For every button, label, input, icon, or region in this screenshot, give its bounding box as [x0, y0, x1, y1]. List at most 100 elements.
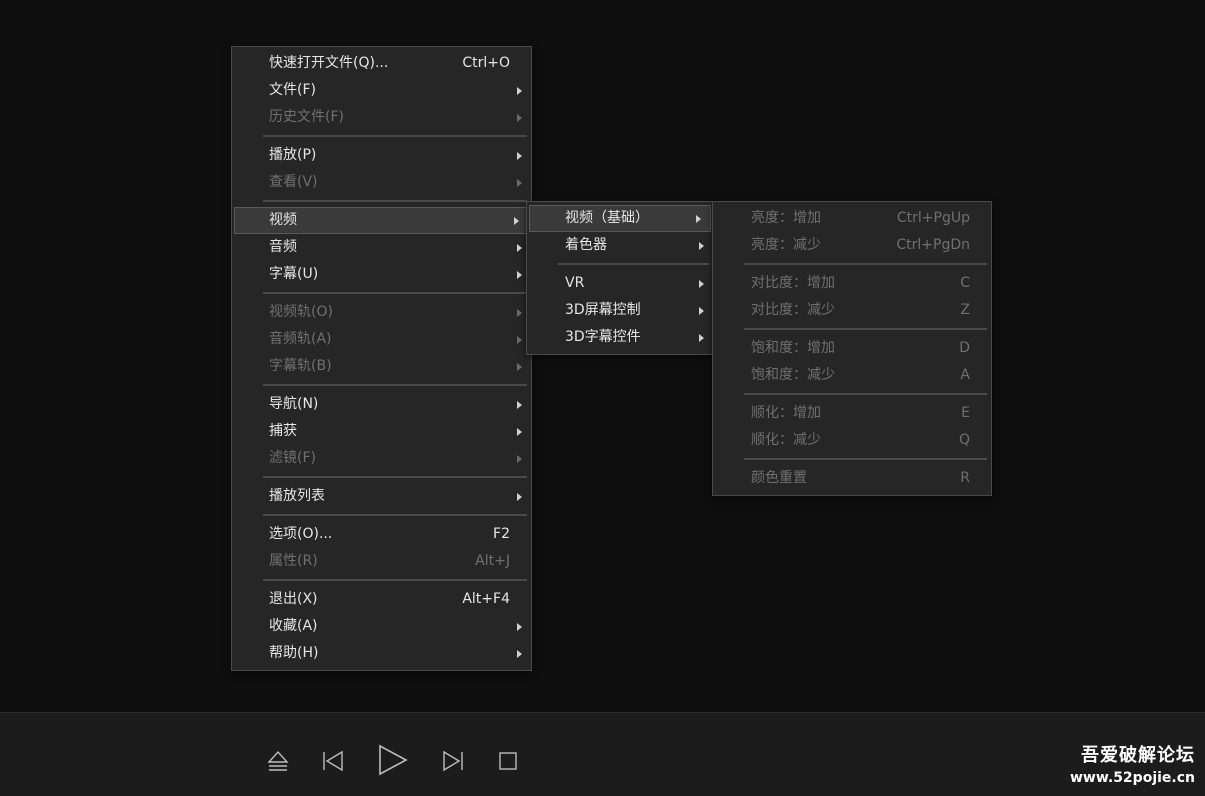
control-bar [0, 712, 1205, 796]
submenu-arrow-icon [517, 308, 522, 317]
menu-item-label: 饱和度：增加 [751, 340, 835, 356]
menu-item-subtitle-track: 字幕轨(B) [232, 353, 531, 380]
watermark: 吾爱破解论坛 www.52pojie.cn [1070, 744, 1195, 788]
menu-item-label: 导航(N) [269, 396, 319, 412]
menu-item-audio[interactable]: 音频 [232, 234, 531, 261]
submenu-arrow-icon [517, 270, 522, 279]
menu-item-vr[interactable]: VR [527, 270, 713, 297]
submenu-arrow-icon [699, 279, 704, 288]
menu-item-shortcut: E [961, 405, 970, 421]
menu-item-video[interactable]: 视频 [234, 207, 529, 234]
next-icon [443, 750, 463, 772]
menu-item-label: 播放列表 [269, 488, 325, 504]
menu-item-shortcut: R [960, 470, 970, 486]
menu-item-shortcut: Ctrl+PgDn [896, 237, 970, 253]
submenu-arrow-icon [517, 243, 522, 252]
menu-item-label: 文件(F) [269, 82, 316, 98]
play-icon [379, 744, 408, 776]
menu-item-label: 快速打开文件(Q)... [269, 55, 389, 71]
menu-item-shader[interactable]: 着色器 [527, 232, 713, 259]
menu-item-label: 对比度：增加 [751, 275, 835, 291]
menu-item-subtitle[interactable]: 字幕(U) [232, 261, 531, 288]
menu-item-play[interactable]: 播放(P) [232, 142, 531, 169]
menu-separator [744, 328, 987, 330]
submenu-arrow-icon [517, 335, 522, 344]
submenu-arrow-icon [517, 151, 522, 160]
menu-item-shortcut: C [960, 275, 970, 291]
menu-separator [263, 135, 527, 137]
submenu-arrow-icon [517, 649, 522, 658]
context-menu: 快速打开文件(Q)... Ctrl+O 文件(F) 历史文件(F) 播放(P) … [231, 46, 532, 671]
eject-button[interactable] [266, 747, 290, 775]
menu-item-label: 字幕(U) [269, 266, 319, 282]
menu-item-label: 字幕轨(B) [269, 358, 332, 374]
menu-item-label: 3D屏幕控制 [565, 302, 641, 318]
menu-separator [744, 458, 987, 460]
menu-item-color-reset: 颜色重置 R [713, 465, 991, 492]
menu-item-shortcut: A [960, 367, 970, 383]
menu-item-playlist[interactable]: 播放列表 [232, 483, 531, 510]
menu-item-label: 帮助(H) [269, 645, 319, 661]
menu-item-shortcut: F2 [493, 526, 510, 542]
previous-icon [323, 750, 343, 772]
submenu-arrow-icon [517, 113, 522, 122]
menu-item-label: 对比度：减少 [751, 302, 835, 318]
menu-separator [263, 514, 527, 516]
menu-separator [263, 384, 527, 386]
menu-item-exit[interactable]: 退出(X) Alt+F4 [232, 586, 531, 613]
stop-button[interactable] [497, 747, 521, 775]
menu-separator [558, 263, 709, 265]
menu-item-properties: 属性(R) Alt+J [232, 548, 531, 575]
submenu-arrow-icon [517, 362, 522, 371]
video-area[interactable] [0, 0, 1205, 712]
previous-button[interactable] [321, 747, 345, 775]
menu-item-label: 收藏(A) [269, 618, 318, 634]
submenu-arrow-icon [517, 86, 522, 95]
menu-item-brightness-down: 亮度：减少 Ctrl+PgDn [713, 232, 991, 259]
submenu-arrow-icon [517, 427, 522, 436]
menu-item-label: 查看(V) [269, 174, 318, 190]
video-submenu: 视频（基础） 着色器 VR 3D屏幕控制 3D字幕控件 [526, 201, 714, 355]
menu-item-label: 历史文件(F) [269, 109, 344, 125]
watermark-url: www.52pojie.cn [1069, 770, 1195, 786]
menu-item-saturation-up: 饱和度：增加 D [713, 335, 991, 362]
menu-item-favorites[interactable]: 收藏(A) [232, 613, 531, 640]
eject-icon [267, 750, 289, 771]
menu-item-saturation-down: 饱和度：减少 A [713, 362, 991, 389]
menu-separator [263, 200, 527, 202]
menu-item-shortcut: Q [958, 432, 970, 448]
menu-item-video-track: 视频轨(O) [232, 299, 531, 326]
menu-item-capture[interactable]: 捕获 [232, 418, 531, 445]
menu-item-navigate[interactable]: 导航(N) [232, 391, 531, 418]
menu-item-label: 顺化：增加 [751, 405, 821, 421]
submenu-arrow-icon [696, 214, 701, 223]
menu-item-audio-track: 音频轨(A) [232, 326, 531, 353]
menu-item-options[interactable]: 选项(O)... F2 [232, 521, 531, 548]
menu-item-label: 亮度：减少 [751, 237, 821, 253]
menu-item-label: 退出(X) [269, 591, 318, 607]
submenu-arrow-icon [514, 216, 519, 225]
submenu-arrow-icon [699, 241, 704, 250]
video-basic-submenu: 亮度：增加 Ctrl+PgUp 亮度：减少 Ctrl+PgDn 对比度：增加 C… [712, 201, 992, 496]
menu-item-3d-screen[interactable]: 3D屏幕控制 [527, 297, 713, 324]
menu-item-label: 视频轨(O) [269, 304, 333, 320]
menu-item-3d-subtitle[interactable]: 3D字幕控件 [527, 324, 713, 351]
submenu-arrow-icon [517, 178, 522, 187]
next-button[interactable] [441, 747, 465, 775]
menu-item-file[interactable]: 文件(F) [232, 77, 531, 104]
menu-item-label: 音频 [269, 239, 297, 255]
menu-item-shortcut: Ctrl+PgUp [896, 210, 970, 226]
menu-separator [263, 476, 527, 478]
menu-item-video-basic[interactable]: 视频（基础） [529, 205, 711, 232]
menu-separator [744, 393, 987, 395]
play-button[interactable] [377, 743, 409, 777]
menu-separator [744, 263, 987, 265]
submenu-arrow-icon [699, 333, 704, 342]
stop-icon [499, 752, 517, 770]
menu-item-quick-open[interactable]: 快速打开文件(Q)... Ctrl+O [232, 50, 531, 77]
menu-item-label: 音频轨(A) [269, 331, 332, 347]
menu-item-help[interactable]: 帮助(H) [232, 640, 531, 667]
menu-item-smooth-down: 顺化：减少 Q [713, 427, 991, 454]
menu-item-label: 选项(O)... [269, 526, 333, 542]
menu-item-label: 视频 [269, 212, 297, 228]
